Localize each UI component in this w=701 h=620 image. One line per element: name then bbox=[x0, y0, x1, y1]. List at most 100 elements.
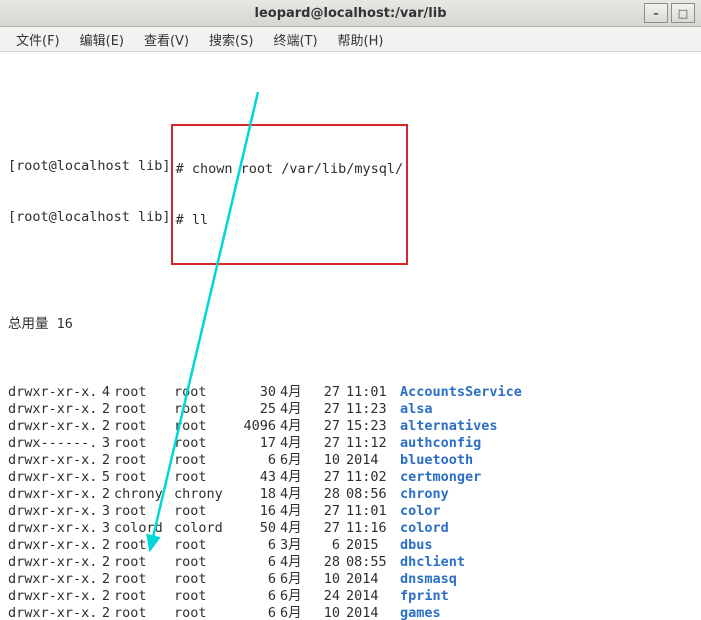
links: 5 bbox=[94, 469, 110, 486]
size: 17 bbox=[230, 435, 276, 452]
list-row: drwx------.3rootroot174月2711:12authconfi… bbox=[8, 435, 693, 452]
directory-listing: drwxr-xr-x.4rootroot304月2711:01AccountsS… bbox=[8, 384, 693, 620]
day: 27 bbox=[314, 435, 340, 452]
title-bar: leopard@localhost:/var/lib – □ bbox=[0, 0, 701, 27]
list-row: drwxr-xr-x.2rootroot66月242014fprint bbox=[8, 588, 693, 605]
window-title: leopard@localhost:/var/lib bbox=[254, 6, 446, 21]
file-name: alternatives bbox=[400, 418, 498, 434]
file-name: bluetooth bbox=[400, 452, 473, 468]
fname-wrap: alternatives bbox=[392, 418, 498, 435]
size: 43 bbox=[230, 469, 276, 486]
menu-help[interactable]: 帮助(H) bbox=[328, 30, 394, 49]
time: 11:16 bbox=[340, 520, 392, 537]
fname-wrap: authconfig bbox=[392, 435, 481, 452]
group: chrony bbox=[170, 486, 230, 503]
time: 11:23 bbox=[340, 401, 392, 418]
time: 11:12 bbox=[340, 435, 392, 452]
perm: drwxr-xr-x. bbox=[8, 452, 94, 469]
group: root bbox=[170, 537, 230, 554]
fname-wrap: dhclient bbox=[392, 554, 465, 571]
list-row: drwxr-xr-x.2rootroot64月2808:55dhclient bbox=[8, 554, 693, 571]
file-name: games bbox=[400, 605, 441, 620]
time: 2015 bbox=[340, 537, 392, 554]
fname-wrap: AccountsService bbox=[392, 384, 522, 401]
group: root bbox=[170, 605, 230, 620]
perm: drwxr-xr-x. bbox=[8, 571, 94, 588]
menu-terminal[interactable]: 终端(T) bbox=[263, 30, 327, 49]
list-row: drwxr-xr-x.4rootroot304月2711:01AccountsS… bbox=[8, 384, 693, 401]
file-name: AccountsService bbox=[400, 384, 522, 400]
minimize-button[interactable]: – bbox=[644, 3, 668, 23]
fname-wrap: dnsmasq bbox=[392, 571, 457, 588]
owner: root bbox=[110, 554, 170, 571]
file-name: colord bbox=[400, 520, 449, 536]
group: root bbox=[170, 384, 230, 401]
links: 2 bbox=[94, 605, 110, 620]
time: 11:01 bbox=[340, 503, 392, 520]
list-row: drwxr-xr-x.2rootroot63月62015dbus bbox=[8, 537, 693, 554]
list-row: drwxr-xr-x.2rootroot254月2711:23alsa bbox=[8, 401, 693, 418]
links: 2 bbox=[94, 537, 110, 554]
day: 10 bbox=[314, 605, 340, 620]
month: 4月 bbox=[276, 503, 314, 520]
day: 28 bbox=[314, 554, 340, 571]
command-block: [root@localhost lib] [root@localhost lib… bbox=[8, 124, 693, 265]
time: 2014 bbox=[340, 452, 392, 469]
menu-search[interactable]: 搜索(S) bbox=[199, 30, 263, 49]
file-name: alsa bbox=[400, 401, 433, 417]
group: root bbox=[170, 401, 230, 418]
owner: colord bbox=[110, 520, 170, 537]
size: 6 bbox=[230, 571, 276, 588]
owner: root bbox=[110, 469, 170, 486]
day: 10 bbox=[314, 571, 340, 588]
month: 6月 bbox=[276, 571, 314, 588]
group: root bbox=[170, 571, 230, 588]
month: 6月 bbox=[276, 605, 314, 620]
perm: drwxr-xr-x. bbox=[8, 520, 94, 537]
cmd-chown: chown root /var/lib/mysql/ bbox=[192, 161, 403, 177]
size: 25 bbox=[230, 401, 276, 418]
size: 6 bbox=[230, 452, 276, 469]
perm: drwxr-xr-x. bbox=[8, 588, 94, 605]
group: colord bbox=[170, 520, 230, 537]
size: 18 bbox=[230, 486, 276, 503]
time: 2014 bbox=[340, 605, 392, 620]
month: 3月 bbox=[276, 537, 314, 554]
cmd-ll: ll bbox=[192, 212, 208, 228]
terminal-output[interactable]: [root@localhost lib] [root@localhost lib… bbox=[0, 52, 701, 620]
perm: drwxr-xr-x. bbox=[8, 418, 94, 435]
fname-wrap: bluetooth bbox=[392, 452, 473, 469]
time: 08:56 bbox=[340, 486, 392, 503]
month: 4月 bbox=[276, 554, 314, 571]
day: 27 bbox=[314, 503, 340, 520]
links: 2 bbox=[94, 401, 110, 418]
links: 3 bbox=[94, 435, 110, 452]
list-row: drwxr-xr-x.3rootroot164月2711:01color bbox=[8, 503, 693, 520]
owner: root bbox=[110, 401, 170, 418]
menu-view[interactable]: 查看(V) bbox=[134, 30, 199, 49]
links: 2 bbox=[94, 486, 110, 503]
perm: drwxr-xr-x. bbox=[8, 486, 94, 503]
menu-edit[interactable]: 编辑(E) bbox=[70, 30, 134, 49]
perm: drwxr-xr-x. bbox=[8, 469, 94, 486]
perm: drwx------. bbox=[8, 435, 94, 452]
maximize-button[interactable]: □ bbox=[671, 3, 695, 23]
perm: drwxr-xr-x. bbox=[8, 537, 94, 554]
size: 6 bbox=[230, 588, 276, 605]
file-name: chrony bbox=[400, 486, 449, 502]
time: 2014 bbox=[340, 571, 392, 588]
owner: root bbox=[110, 384, 170, 401]
size: 6 bbox=[230, 537, 276, 554]
month: 6月 bbox=[276, 452, 314, 469]
day: 27 bbox=[314, 418, 340, 435]
size: 6 bbox=[230, 605, 276, 620]
month: 4月 bbox=[276, 384, 314, 401]
list-row: drwxr-xr-x.2rootroot66月102014bluetooth bbox=[8, 452, 693, 469]
prompt-2: [root@localhost lib] bbox=[8, 209, 171, 225]
time: 2014 bbox=[340, 588, 392, 605]
list-row: drwxr-xr-x.2rootroot40964月2715:23alterna… bbox=[8, 418, 693, 435]
fname-wrap: colord bbox=[392, 520, 449, 537]
day: 27 bbox=[314, 469, 340, 486]
menu-file[interactable]: 文件(F) bbox=[6, 30, 70, 49]
size: 16 bbox=[230, 503, 276, 520]
